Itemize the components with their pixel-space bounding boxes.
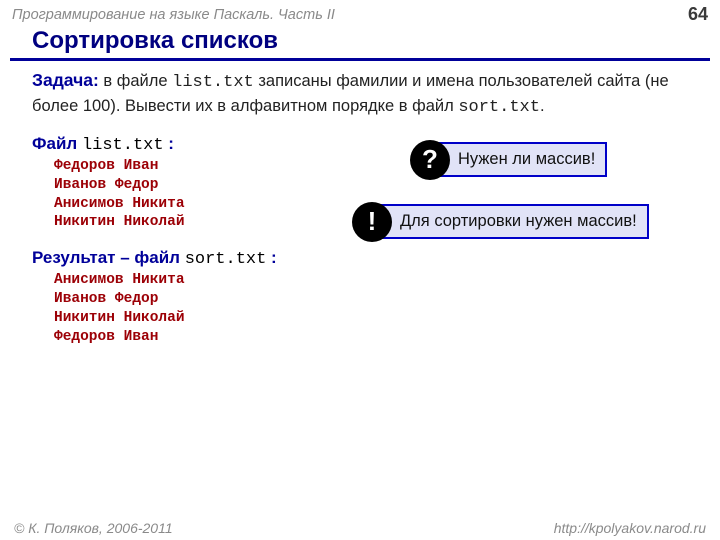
callout-question-text: Нужен ли массив!: [432, 142, 607, 177]
task-description: Задача: в файле list.txt записаны фамили…: [32, 69, 704, 120]
task-text-end: .: [540, 97, 545, 115]
callouts: Нужен ли массив! Для сортировки нужен ма…: [352, 140, 682, 264]
input-colon: :: [164, 134, 174, 153]
content-area: Задача: в файле list.txt записаны фамили…: [0, 61, 720, 347]
callout-answer-text: Для сортировки нужен массив!: [374, 204, 649, 239]
callout-question: Нужен ли массив!: [410, 140, 682, 180]
input-label: Файл: [32, 134, 82, 153]
question-icon: [410, 140, 450, 180]
header-bar: Программирование на языке Паскаль. Часть…: [0, 0, 720, 27]
list-item: Анисимов Никита: [54, 271, 704, 290]
callout-answer: Для сортировки нужен массив!: [352, 202, 682, 242]
task-file2: sort.txt: [458, 98, 540, 117]
task-label: Задача:: [32, 70, 99, 90]
input-filename: list.txt: [82, 136, 164, 155]
footer: © К. Поляков, 2006-2011 http://kpolyakov…: [0, 520, 720, 536]
page-number: 64: [688, 4, 708, 25]
task-text-1: в файле: [99, 72, 172, 90]
footer-copyright: © К. Поляков, 2006-2011: [14, 520, 173, 536]
slide-title: Сортировка списков: [10, 27, 710, 61]
list-item: Федоров Иван: [54, 328, 704, 347]
files-area: Нужен ли массив! Для сортировки нужен ма…: [32, 134, 704, 347]
task-file1: list.txt: [172, 73, 254, 92]
output-label: Результат – файл: [32, 248, 185, 267]
list-item: Иванов Федор: [54, 290, 704, 309]
header-title: Программирование на языке Паскаль. Часть…: [12, 7, 335, 23]
list-item: Никитин Николай: [54, 309, 704, 328]
footer-url: http://kpolyakov.narod.ru: [554, 520, 706, 536]
output-colon: :: [266, 248, 276, 267]
output-filename: sort.txt: [185, 250, 267, 269]
exclaim-icon: [352, 202, 392, 242]
output-file-lines: Анисимов Никита Иванов Федор Никитин Ник…: [32, 271, 704, 346]
